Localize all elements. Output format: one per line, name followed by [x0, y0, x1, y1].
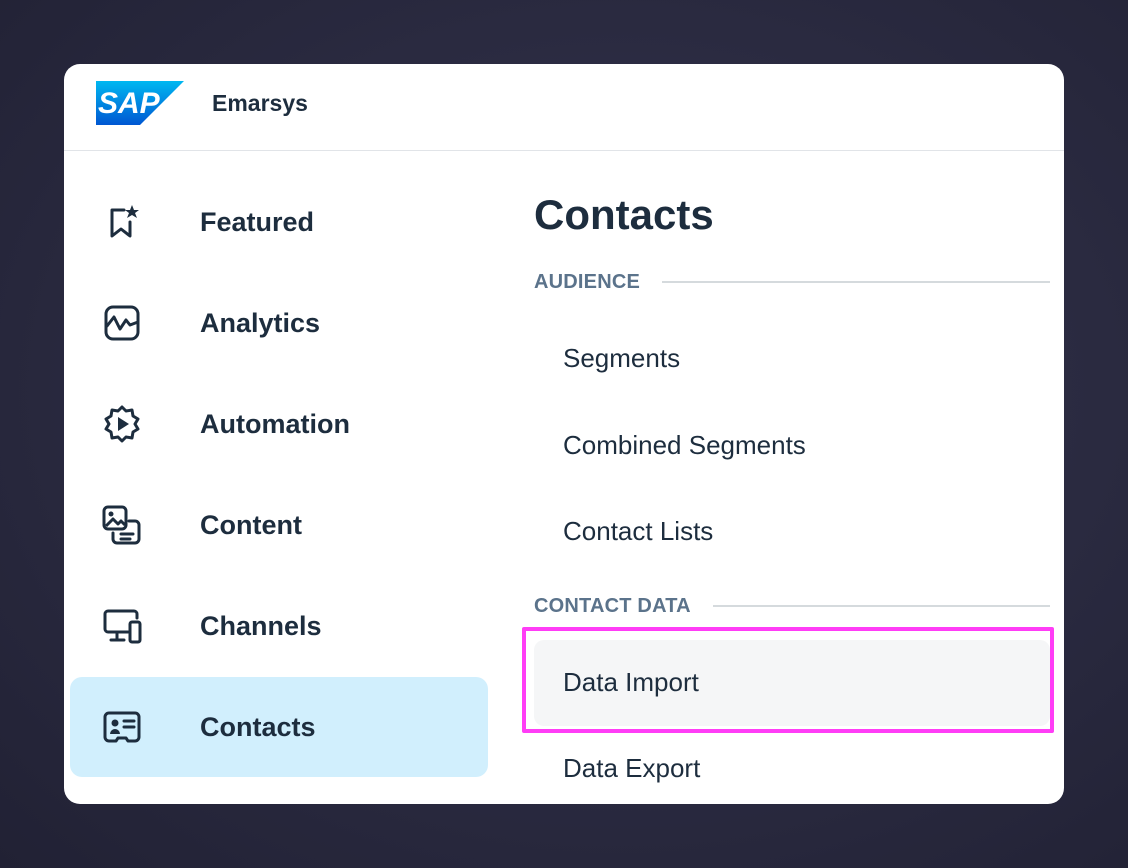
channels-devices-icon [103, 609, 142, 644]
nav-label: Featured [200, 207, 315, 237]
group-divider [712, 605, 1050, 607]
automation-gear-icon [104, 405, 140, 443]
navigation-panel: SAP Emarsys Featured Analytics Automatio… [64, 64, 1064, 804]
content-image-icon [102, 505, 141, 545]
group-header-audience: AUDIENCE [534, 270, 1050, 294]
nav-label: Automation [200, 409, 350, 439]
section-title: Contacts [534, 191, 714, 238]
nav-label: Channels [200, 611, 322, 641]
nav-item-contacts[interactable]: Contacts [70, 677, 488, 777]
menu-item-label: Combined Segments [563, 430, 806, 460]
menu-item-combined-segments[interactable]: Combined Segments [534, 403, 1050, 489]
nav-label: Analytics [200, 308, 321, 338]
group-divider [662, 281, 1050, 283]
panel-header: SAP Emarsys [64, 64, 1064, 151]
svg-text:SAP: SAP [98, 87, 161, 120]
menu-item-label: Segments [563, 343, 681, 373]
nav-label: Contacts [200, 712, 316, 742]
contacts-card-icon [103, 711, 141, 743]
app-name: Emarsys [212, 90, 308, 116]
analytics-icon [104, 305, 140, 341]
nav-item-channels[interactable]: Channels [70, 576, 488, 676]
sap-logo: SAP [96, 81, 184, 125]
nav-label: Content [200, 510, 302, 540]
nav-item-content[interactable]: Content [70, 475, 488, 575]
group-label: CONTACT DATA [534, 594, 691, 617]
menu-item-segments[interactable]: Segments [534, 316, 1050, 402]
nav-item-featured[interactable]: Featured [70, 172, 488, 272]
menu-item-data-import[interactable]: Data Import [534, 640, 1050, 726]
menu-item-contact-lists[interactable]: Contact Lists [534, 489, 1050, 575]
bookmark-star-icon [110, 205, 139, 238]
menu-item-label: Contact Lists [563, 516, 714, 546]
menu-item-data-export[interactable]: Data Export [534, 726, 1050, 804]
nav-item-analytics[interactable]: Analytics [70, 273, 488, 373]
group-label: AUDIENCE [534, 270, 641, 293]
group-header-contact-data: CONTACT DATA [534, 594, 1050, 618]
menu-item-label: Data Export [563, 753, 701, 783]
menu-item-label: Data Import [563, 667, 699, 697]
nav-item-automation[interactable]: Automation [70, 374, 488, 474]
